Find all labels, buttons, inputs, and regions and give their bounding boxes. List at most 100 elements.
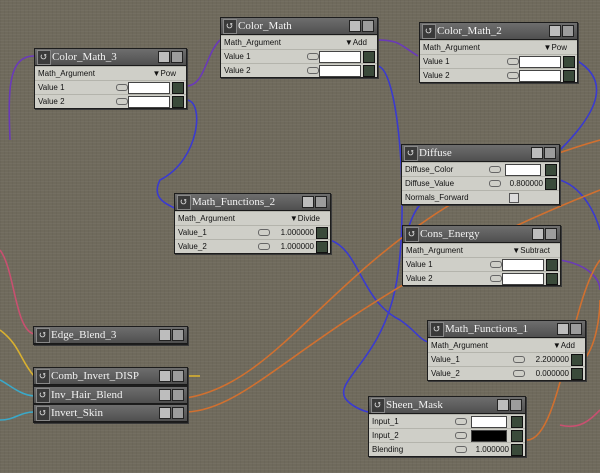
connector-knob[interactable] bbox=[511, 444, 523, 456]
connector-knob[interactable] bbox=[511, 430, 523, 442]
connector-knob[interactable] bbox=[172, 96, 184, 108]
node-header[interactable]: ↺ Inv_Hair_Blend bbox=[34, 387, 187, 404]
link-icon[interactable] bbox=[455, 418, 467, 425]
node-math-functions-1[interactable]: ↺ Math_Functions_1 Math_Argument ▼Add Val… bbox=[427, 320, 586, 381]
node-menu-icon[interactable]: ↺ bbox=[223, 19, 237, 34]
color-swatch[interactable] bbox=[319, 51, 361, 63]
minimize-button[interactable] bbox=[159, 329, 171, 341]
link-icon[interactable] bbox=[507, 72, 519, 79]
param-value[interactable]: 0.800000 bbox=[510, 177, 543, 190]
node-sheen-mask[interactable]: ↺ Sheen_Mask Input_1 Input_2 Blending 1.0… bbox=[368, 396, 526, 457]
color-swatch[interactable] bbox=[505, 164, 541, 176]
close-button[interactable] bbox=[172, 407, 184, 419]
close-button[interactable] bbox=[172, 389, 184, 401]
minimize-button[interactable] bbox=[159, 389, 171, 401]
connector-knob[interactable] bbox=[316, 241, 328, 253]
color-swatch[interactable] bbox=[471, 430, 507, 442]
connector-knob[interactable] bbox=[363, 51, 375, 63]
node-menu-icon[interactable]: ↺ bbox=[36, 406, 50, 421]
node-invert-skin[interactable]: ↺ Invert_Skin bbox=[33, 404, 188, 423]
math-argument-select[interactable]: ▼Add bbox=[345, 36, 367, 49]
link-icon[interactable] bbox=[455, 432, 467, 439]
node-header[interactable]: ↺ Math_Functions_1 bbox=[428, 321, 585, 338]
link-icon[interactable] bbox=[507, 58, 519, 65]
link-icon[interactable] bbox=[307, 67, 319, 74]
link-icon[interactable] bbox=[489, 166, 501, 173]
connector-knob[interactable] bbox=[563, 56, 575, 68]
link-icon[interactable] bbox=[513, 370, 525, 377]
node-color-math-2[interactable]: ↺ Color_Math_2 Math_Argument ▼Pow Value 1… bbox=[419, 22, 578, 83]
node-diffuse[interactable]: ↺ Diffuse Diffuse_Color Diffuse_Value 0.8… bbox=[401, 144, 560, 205]
color-swatch[interactable] bbox=[128, 82, 170, 94]
connector-knob[interactable] bbox=[172, 82, 184, 94]
math-argument-select[interactable]: ▼Pow bbox=[544, 41, 567, 54]
math-argument-select[interactable]: ▼Add bbox=[553, 339, 575, 352]
connector-knob[interactable] bbox=[563, 70, 575, 82]
minimize-button[interactable] bbox=[349, 20, 361, 32]
close-button[interactable] bbox=[510, 399, 522, 411]
node-menu-icon[interactable]: ↺ bbox=[36, 328, 50, 343]
node-menu-icon[interactable]: ↺ bbox=[430, 322, 444, 337]
node-math-functions-2[interactable]: ↺ Math_Functions_2 Math_Argument ▼Divide … bbox=[174, 193, 331, 254]
close-button[interactable] bbox=[172, 370, 184, 382]
link-icon[interactable] bbox=[307, 53, 319, 60]
node-comb-invert-disp[interactable]: ↺ Comb_Invert_DISP bbox=[33, 367, 188, 386]
link-icon[interactable] bbox=[116, 98, 128, 105]
node-header[interactable]: ↺ Cons_Energy bbox=[403, 226, 560, 243]
close-button[interactable] bbox=[171, 51, 183, 63]
param-value[interactable]: 1.000000 bbox=[281, 226, 314, 239]
node-header[interactable]: ↺ Sheen_Mask bbox=[369, 397, 525, 414]
link-icon[interactable] bbox=[490, 275, 502, 282]
node-header[interactable]: ↺ Comb_Invert_DISP bbox=[34, 368, 187, 385]
node-edge-blend-3[interactable]: ↺ Edge_Blend_3 bbox=[33, 326, 188, 345]
link-icon[interactable] bbox=[455, 446, 467, 453]
node-menu-icon[interactable]: ↺ bbox=[422, 24, 436, 39]
minimize-button[interactable] bbox=[532, 228, 544, 240]
node-header[interactable]: ↺ Color_Math_3 bbox=[35, 49, 186, 66]
connector-knob[interactable] bbox=[363, 65, 375, 77]
node-menu-icon[interactable]: ↺ bbox=[405, 227, 419, 242]
node-header[interactable]: ↺ Edge_Blend_3 bbox=[34, 327, 187, 344]
connector-knob[interactable] bbox=[571, 354, 583, 366]
link-icon[interactable] bbox=[513, 356, 525, 363]
math-argument-select[interactable]: ▼Subtract bbox=[512, 244, 550, 257]
node-inv-hair-blend[interactable]: ↺ Inv_Hair_Blend bbox=[33, 386, 188, 405]
color-swatch[interactable] bbox=[319, 65, 361, 77]
minimize-button[interactable] bbox=[302, 196, 314, 208]
node-header[interactable]: ↺ Color_Math bbox=[221, 18, 377, 35]
link-icon[interactable] bbox=[258, 229, 270, 236]
connector-knob[interactable] bbox=[545, 164, 557, 176]
close-button[interactable] bbox=[172, 329, 184, 341]
param-value[interactable]: 2.200000 bbox=[536, 353, 569, 366]
connector-knob[interactable] bbox=[546, 273, 558, 285]
close-button[interactable] bbox=[544, 147, 556, 159]
connector-knob[interactable] bbox=[316, 227, 328, 239]
node-header[interactable]: ↺ Invert_Skin bbox=[34, 405, 187, 422]
minimize-button[interactable] bbox=[159, 407, 171, 419]
node-menu-icon[interactable]: ↺ bbox=[404, 146, 418, 161]
connector-knob[interactable] bbox=[511, 416, 523, 428]
node-header[interactable]: ↺ Diffuse bbox=[402, 145, 559, 162]
node-menu-icon[interactable]: ↺ bbox=[36, 388, 50, 403]
node-menu-icon[interactable]: ↺ bbox=[36, 369, 50, 384]
close-button[interactable] bbox=[570, 323, 582, 335]
node-menu-icon[interactable]: ↺ bbox=[37, 50, 51, 65]
connector-knob[interactable] bbox=[545, 178, 557, 190]
math-argument-select[interactable]: ▼Divide bbox=[290, 212, 320, 225]
connector-knob[interactable] bbox=[571, 368, 583, 380]
minimize-button[interactable] bbox=[531, 147, 543, 159]
normals-forward-checkbox[interactable] bbox=[509, 193, 519, 203]
minimize-button[interactable] bbox=[549, 25, 561, 37]
node-color-math[interactable]: ↺ Color_Math Math_Argument ▼Add Value 1 V… bbox=[220, 17, 378, 78]
minimize-button[interactable] bbox=[557, 323, 569, 335]
minimize-button[interactable] bbox=[497, 399, 509, 411]
color-swatch[interactable] bbox=[519, 56, 561, 68]
connector-knob[interactable] bbox=[546, 259, 558, 271]
node-menu-icon[interactable]: ↺ bbox=[177, 195, 191, 210]
minimize-button[interactable] bbox=[158, 51, 170, 63]
node-header[interactable]: ↺ Math_Functions_2 bbox=[175, 194, 330, 211]
color-swatch[interactable] bbox=[502, 273, 544, 285]
color-swatch[interactable] bbox=[471, 416, 507, 428]
close-button[interactable] bbox=[545, 228, 557, 240]
param-value[interactable]: 1.000000 bbox=[476, 443, 509, 456]
